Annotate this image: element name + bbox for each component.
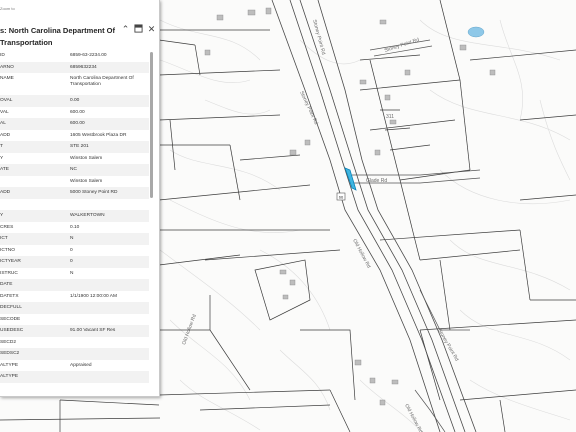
attribute-row: ADD 1605 Westbrook Plaza DR [0, 130, 149, 142]
feature-popup[interactable]: Zoom to s: North Carolina Department Of … [0, 0, 160, 397]
attribute-field-name: DATE [0, 282, 13, 287]
attribute-field-value: WALKERTOWN [70, 213, 105, 218]
attribute-field-value: 0.10 [70, 224, 80, 230]
attribute-row: CRES 0.10 [0, 222, 149, 234]
attribute-field-value: 0 [70, 259, 73, 264]
attribute-field-value: 1/1/1900 12:00:00 AM [70, 293, 117, 299]
attribute-row: ICTYEAR 0 [0, 256, 149, 268]
road-label: Glade Rd [366, 178, 387, 184]
attribute-row: SECODE [0, 314, 149, 326]
attribute-row [0, 199, 149, 211]
attribute-field-name: T [0, 144, 3, 149]
attribute-row: SECD2 [0, 337, 149, 349]
attribute-row: SEDSC2 [0, 348, 149, 360]
attribute-row: ISTRUC N [0, 268, 149, 280]
attribute-field-name: ATE [0, 167, 9, 172]
attribute-row: ALTYPE [0, 371, 149, 383]
attribute-field-name: DATETX [0, 293, 19, 299]
attribute-field-value: 5000 Stoney Point RD [70, 190, 118, 195]
attribute-field-value: 6859-63-2234.00 [70, 53, 107, 58]
attribute-row: VAL 600.00 [0, 107, 149, 119]
popup-title: s: North Carolina Department Of Transpor… [0, 26, 116, 47]
attribute-field-name: VAL [0, 109, 9, 115]
chevron-up-icon[interactable]: ⌃ [120, 24, 131, 35]
attribute-field-name: ALTYPE [0, 362, 19, 368]
attribute-field-name: SECD2 [0, 339, 16, 345]
attribute-row: ICT N [0, 233, 149, 245]
pond [467, 26, 485, 38]
attribute-row: ID 6859-63-2234.00 [0, 50, 149, 62]
attribute-field-name: ICTYEAR [0, 259, 21, 264]
attribute-field-value: 1605 Westbrook Plaza DR [70, 132, 127, 138]
attribute-row: Winston Salem [0, 176, 149, 188]
attribute-field-name: ID [0, 53, 5, 58]
attribute-row: ADD 5000 Stoney Point RD [0, 187, 149, 199]
attribute-field-value: 600.00 [70, 109, 85, 115]
attribute-row: Y Winston Salem [0, 153, 149, 165]
attribute-field-value: Winston Salem [70, 178, 103, 184]
attribute-row: ARNO 6859632234 [0, 61, 149, 73]
attribute-row: OVAL 0.00 [0, 95, 149, 107]
attribute-field-name: ARNO [0, 64, 14, 70]
attribute-row: DATETX 1/1/1900 12:00:00 AM [0, 291, 149, 303]
attribute-field-name: ISTRUC [0, 270, 18, 276]
attribute-field-name: Y [0, 155, 4, 161]
attribute-field-name: USEDESC [0, 328, 24, 333]
attribute-field-value: 91.00 Vacant SF Res [70, 328, 116, 333]
attribute-row: ATE NC [0, 164, 149, 176]
attribute-row: DECFULL [0, 302, 149, 314]
attribute-field-name: ICTNO [0, 247, 15, 253]
attribute-field-name: SEDSC2 [0, 351, 20, 356]
attribute-field-name: AL [0, 121, 6, 126]
attribute-field-name: CRES [0, 224, 14, 230]
attribute-field-value: 6859632234 [70, 64, 97, 70]
attribute-field-value: North Carolina Department Of Transportat… [70, 76, 134, 87]
attribute-field-value: STE 201 [70, 144, 89, 149]
attribute-field-name: OVAL [0, 98, 13, 103]
attribute-field-name: DECFULL [0, 305, 22, 310]
attribute-field-value: Appraised [70, 362, 92, 368]
route-shield-icon: 66 [336, 192, 346, 201]
attribute-field-value: 0.00 [70, 98, 80, 103]
zoom-to-link[interactable]: Zoom to [0, 6, 15, 11]
attribute-field-name: ALTYPE [0, 374, 19, 379]
attribute-row: T STE 201 [0, 141, 149, 153]
attribute-field-name: ICT [0, 236, 8, 241]
attribute-field-value: N [70, 270, 74, 276]
scrollbar-thumb[interactable] [150, 52, 153, 198]
attribute-row: USEDESC 91.00 Vacant SF Res [0, 325, 149, 337]
dock-icon[interactable] [133, 24, 144, 35]
attribute-field-value: N [70, 236, 74, 241]
road-label: 311 [386, 114, 394, 120]
route-shield-label: 66 [339, 195, 344, 200]
attribute-field-value: Winston Salem [70, 155, 103, 161]
attribute-field-name: ADD [0, 190, 11, 195]
attribute-field-value: 0 [70, 247, 73, 253]
attribute-row: AL 600.00 [0, 118, 149, 130]
attribute-field-name: NAME [0, 76, 14, 81]
attribute-table: ID 6859-63-2234.00 ARNO 6859632234 NAME North… [0, 50, 149, 383]
attribute-row: DATE [0, 279, 149, 291]
attribute-row: ICTNO 0 [0, 245, 149, 257]
attribute-field-name: ADD [0, 132, 11, 138]
attribute-field-value: NC [70, 167, 77, 172]
attribute-row: NAME North Carolina Department Of Transpo… [0, 73, 149, 95]
close-icon[interactable]: ✕ [146, 24, 157, 35]
attribute-field-name: SECODE [0, 316, 21, 322]
attribute-field-value: 600.00 [70, 121, 85, 126]
attribute-row: ALTYPE Appraised [0, 360, 149, 372]
attribute-row: Y WALKERTOWN [0, 210, 149, 222]
attribute-field-name: Y [0, 213, 4, 218]
